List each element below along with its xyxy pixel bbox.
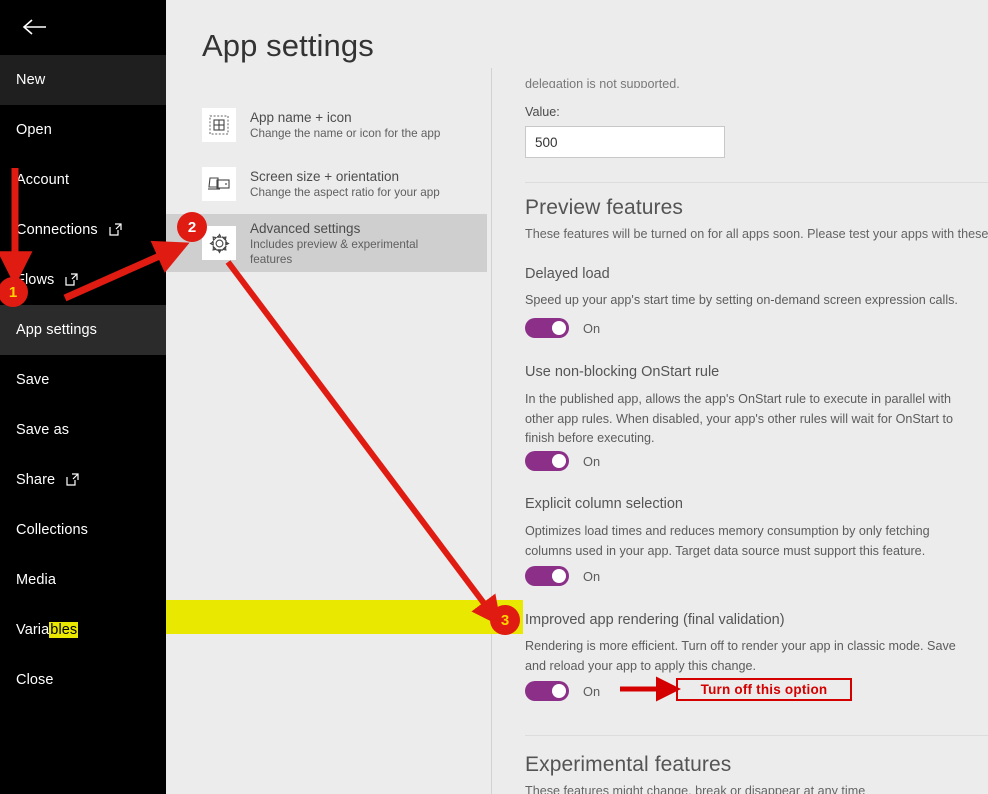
toggle-knob xyxy=(552,684,566,698)
sidebar-item-label: App settings xyxy=(16,322,97,338)
app-grid-icon xyxy=(202,108,236,142)
settings-card-screen-size-orientation[interactable]: Screen size + orientation Change the aspe… xyxy=(166,155,487,213)
sidebar-item-account[interactable]: Account xyxy=(0,155,166,205)
toggle-state-delayed-load: On xyxy=(583,320,601,336)
settings-card-app-name-icon[interactable]: App name + icon Change the name or icon f… xyxy=(166,96,487,154)
settings-card-text: Advanced settings Includes preview & expe… xyxy=(250,220,450,267)
app-settings-screen: New Open Account Connections Flows App settin… xyxy=(0,0,988,794)
toggle-state-explicit-column: On xyxy=(583,568,601,584)
sidebar-item-save-as[interactable]: Save as xyxy=(0,405,166,455)
settings-card-subtitle: Change the aspect ratio for your app xyxy=(250,186,440,199)
preview-features-heading: Preview features xyxy=(525,196,684,219)
feature-title-improved-rendering: Improved app rendering (final validation… xyxy=(525,612,785,628)
page-title: App settings xyxy=(202,28,374,63)
divider-above-preview xyxy=(525,182,988,183)
step-badge-3: 3 xyxy=(490,605,520,635)
experimental-features-subtitle: These features might change, break or di… xyxy=(525,784,866,794)
settings-card-title: App name + icon xyxy=(250,110,352,125)
yellow-highlight-bar xyxy=(166,600,523,634)
external-link-icon xyxy=(66,472,79,486)
toggle-knob xyxy=(552,321,566,335)
sidebar-item-label: Account xyxy=(16,172,70,188)
feature-desc-improved-rendering: Rendering is more efficient. Turn off to… xyxy=(525,639,956,673)
sidebar-item-share[interactable]: Share xyxy=(0,455,166,505)
external-link-icon xyxy=(109,222,122,236)
sidebar-item-close[interactable]: Close xyxy=(0,655,166,705)
toggle-state-onstart-rule: On xyxy=(583,453,601,469)
toggle-delayed-load[interactable] xyxy=(525,318,569,338)
feature-toggle-row-explicit-column: On xyxy=(525,566,600,586)
feature-desc-explicit-column: Optimizes load times and reduces memory … xyxy=(525,524,930,558)
toggle-knob xyxy=(552,569,566,583)
sidebar-item-label: Save as xyxy=(16,422,70,438)
settings-card-title: Screen size + orientation xyxy=(250,169,399,184)
toggle-knob xyxy=(552,454,566,468)
sidebar-item-label: Share xyxy=(16,472,56,488)
sidebar-item-label: Close xyxy=(16,672,54,688)
sidebar-item-open[interactable]: Open xyxy=(0,105,166,155)
settings-card-title: Advanced settings xyxy=(250,220,361,236)
sidebar-item-connections[interactable]: Connections xyxy=(0,205,166,255)
value-input[interactable] xyxy=(525,126,725,158)
sidebar-item-label: New xyxy=(16,72,46,88)
preview-features-subtitle: These features will be turned on for all… xyxy=(525,227,988,241)
sidebar-item-label: Variables xyxy=(16,622,79,638)
toggle-explicit-column[interactable] xyxy=(525,566,569,586)
feature-desc-onstart-rule: In the published app, allows the app's O… xyxy=(525,392,954,445)
clipped-delegation-text: delegation is not supported. xyxy=(525,77,680,88)
sidebar-item-collections[interactable]: Collections xyxy=(0,505,166,555)
sidebar-item-label: Open xyxy=(16,122,52,138)
external-link-icon xyxy=(65,272,78,286)
sidebar-item-label: Collections xyxy=(16,522,89,538)
settings-card-text: Screen size + orientation Change the aspe… xyxy=(250,168,440,200)
sidebar-item-label: Connections xyxy=(16,222,98,238)
feature-toggle-row-delayed-load: On xyxy=(525,318,600,338)
settings-card-subtitle: Change the name or icon for the app xyxy=(250,127,441,140)
toggle-onstart-rule[interactable] xyxy=(525,451,569,471)
back-arrow-icon[interactable] xyxy=(14,6,56,48)
sidebar-header xyxy=(0,0,166,55)
settings-card-text: App name + icon Change the name or icon f… xyxy=(250,109,440,141)
gear-icon xyxy=(202,226,236,260)
callout-turn-off-option: Turn off this option xyxy=(676,678,852,701)
callout-label: Turn off this option xyxy=(700,682,828,697)
feature-title-onstart-rule: Use non-blocking OnStart rule xyxy=(525,364,720,380)
sidebar-item-label: Save xyxy=(16,372,50,388)
feature-desc-delayed-load: Speed up your app's start time by settin… xyxy=(525,293,958,307)
sidebar-item-variables[interactable]: Variables xyxy=(0,605,166,655)
settings-card-subtitle: Includes preview & experimental features xyxy=(250,237,419,266)
divider-above-experimental xyxy=(525,735,988,736)
feature-toggle-row-onstart-rule: On xyxy=(525,451,600,471)
left-sidebar: New Open Account Connections Flows App settin… xyxy=(0,0,166,794)
settings-middle-panel: App settings App name + icon Change the n… xyxy=(166,0,491,794)
sidebar-item-save[interactable]: Save xyxy=(0,355,166,405)
settings-card-advanced-settings[interactable]: Advanced settings Includes preview & expe… xyxy=(166,214,487,272)
experimental-features-heading: Experimental features xyxy=(525,753,732,776)
sidebar-menu: New Open Account Connections Flows App settin… xyxy=(0,55,166,705)
sidebar-item-new[interactable]: New xyxy=(0,55,166,105)
sidebar-item-media[interactable]: Media xyxy=(0,555,166,605)
step-badge-2: 2 xyxy=(177,212,207,242)
sidebar-item-app-settings[interactable]: App settings xyxy=(0,305,166,355)
toggle-improved-rendering[interactable] xyxy=(525,681,569,701)
screen-devices-icon xyxy=(202,167,236,201)
value-label: Value: xyxy=(525,105,560,119)
sidebar-item-label: Media xyxy=(16,572,56,588)
feature-title-explicit-column: Explicit column selection xyxy=(525,496,683,512)
advanced-settings-panel: delegation is not supported. Value: Prev… xyxy=(492,0,988,794)
feature-toggle-row-improved-rendering: On xyxy=(525,681,600,701)
feature-title-delayed-load: Delayed load xyxy=(525,266,610,282)
toggle-state-improved-rendering: On xyxy=(583,683,601,699)
